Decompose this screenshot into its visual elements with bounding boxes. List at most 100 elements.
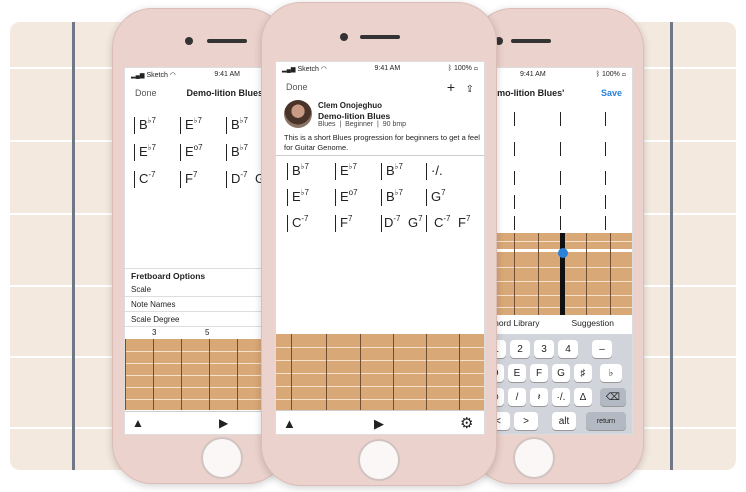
chord-symbol[interactable]: Eo7 — [185, 143, 203, 159]
chord-symbol[interactable]: C-7 — [434, 214, 451, 230]
chord-symbol[interactable]: F7 — [458, 214, 470, 230]
status-time: 9:41 AM — [214, 71, 240, 78]
chord-row: E♭7 Eo7 B♭7 — [125, 143, 276, 165]
chord-row: B♭7 E♭7 B♭7 — [125, 116, 276, 138]
chord-symbol[interactable]: E♭7 — [139, 143, 156, 159]
song-meta: Blues | Beginner | 90 bmp — [318, 121, 407, 128]
chord-row: B♭7 E♭7 B♭7 ·/. — [276, 162, 484, 184]
metronome-icon[interactable]: ▲ — [283, 416, 296, 431]
option-note-names[interactable]: Note Names — [125, 297, 276, 312]
play-icon[interactable]: ▶ — [219, 416, 228, 430]
bar-line — [287, 189, 288, 206]
home-button[interactable] — [358, 439, 400, 481]
home-button[interactable] — [201, 437, 243, 479]
bar-line — [335, 189, 336, 206]
chord-symbol[interactable]: D-7 — [384, 214, 401, 230]
chord-symbol[interactable]: B♭7 — [386, 188, 403, 204]
avatar[interactable] — [284, 100, 312, 128]
done-button[interactable]: Done — [286, 82, 308, 92]
save-button[interactable]: Save — [601, 88, 622, 98]
carrier-label: Sketch — [297, 65, 319, 73]
bluetooth-icon: ᛒ — [595, 71, 600, 78]
key-sharp[interactable]: ♯ — [574, 364, 592, 382]
fret-number-3: 3 — [152, 328, 157, 337]
song-title: Demo-lition Blues — [318, 111, 391, 121]
bar-line — [226, 117, 227, 134]
chord-symbol[interactable]: F7 — [185, 170, 197, 186]
key-delta[interactable]: Δ — [574, 388, 592, 406]
key-right[interactable]: > — [514, 412, 538, 430]
chord-symbol[interactable]: B♭7 — [231, 143, 248, 159]
signal-icon: ▂▄▆ — [282, 66, 296, 73]
carrier-label: Sketch — [146, 71, 168, 79]
return-key[interactable]: return — [586, 412, 626, 430]
fretboard[interactable] — [276, 334, 484, 410]
bar-line — [180, 117, 181, 134]
chord-symbol[interactable]: B♭7 — [386, 162, 403, 178]
key-4[interactable]: 4 — [558, 340, 578, 358]
key-minus[interactable]: – — [592, 340, 612, 358]
backspace-key[interactable]: ⌫ — [600, 388, 626, 406]
battery-label: 100% — [453, 65, 472, 72]
tab-bar: Chord Library Suggestion — [482, 318, 632, 334]
chord-row: C-7 F7 D-7 G7 C-7 F7 — [276, 214, 484, 236]
key-2[interactable]: 2 — [510, 340, 530, 358]
key-e[interactable]: E — [508, 364, 526, 382]
chord-symbol[interactable]: G7 — [431, 188, 446, 204]
options-title: Fretboard Options — [125, 268, 276, 283]
status-time: 9:41 AM — [520, 71, 546, 78]
key-repeat[interactable]: ·/. — [552, 388, 570, 406]
center-phone: ▂▄▆ Sketch ◠ 9:41 AM ᛒ 100% ▭ Done + ⇪ C… — [261, 2, 497, 486]
share-icon[interactable]: ⇪ — [466, 84, 474, 95]
play-icon[interactable]: ▶ — [374, 416, 384, 432]
chord-symbol[interactable]: C-7 — [292, 214, 309, 230]
chord-symbol[interactable]: G7 — [408, 214, 423, 230]
bar-line — [134, 117, 135, 134]
note-marker[interactable] — [558, 248, 568, 258]
option-scale[interactable]: Scale — [125, 282, 276, 297]
chord-symbol[interactable]: C-7 — [139, 170, 156, 186]
metronome-icon[interactable]: ▲ — [132, 416, 144, 430]
key-rest[interactable]: 𝄽 — [530, 388, 548, 406]
chord-symbol[interactable]: F7 — [340, 214, 352, 230]
key-g[interactable]: G — [552, 364, 570, 382]
right-phone: 9:41 AM ᛒ 100% ▭ : 'Demo-lition Blues' S… — [472, 8, 644, 484]
chord-symbol[interactable]: B♭7 — [292, 162, 309, 178]
bottom-toolbar: ▲ ▶ — [125, 411, 276, 434]
fretboard[interactable] — [125, 339, 276, 410]
chord-symbol[interactable]: E♭7 — [292, 188, 309, 204]
status-bar: ▂▄▆ Sketch ◠ 9:41 AM — [125, 68, 276, 81]
chord-symbol[interactable]: Eo7 — [340, 188, 358, 204]
chord-row: E♭7 Eo7 B♭7 G7 — [276, 188, 484, 210]
chord-symbol[interactable]: E♭7 — [340, 162, 357, 178]
bar-line — [226, 171, 227, 188]
chord-symbol[interactable]: ·/. — [431, 162, 443, 178]
key-slash[interactable]: / — [508, 388, 526, 406]
chord-symbol[interactable]: D-7 — [231, 170, 248, 186]
author-name[interactable]: Clem Onojeghuo — [318, 101, 382, 110]
gear-icon[interactable]: ⚙ — [460, 414, 473, 432]
chord-symbol[interactable]: B♭7 — [231, 116, 248, 132]
fretboard[interactable] — [482, 233, 632, 315]
nav-bar: Done Demo-lition Blues — [125, 82, 276, 104]
add-icon[interactable]: + — [447, 79, 455, 95]
home-button[interactable] — [513, 437, 555, 479]
bar-line — [287, 163, 288, 180]
chord-symbol[interactable]: E♭7 — [185, 116, 202, 132]
key-alt[interactable]: alt — [552, 412, 576, 430]
bottom-toolbar: ▲ ▶ ⚙ — [276, 410, 484, 434]
bar-line — [180, 144, 181, 161]
right-screen: 9:41 AM ᛒ 100% ▭ : 'Demo-lition Blues' S… — [481, 67, 633, 435]
nav-title: Demo-lition Blues — [186, 88, 264, 98]
tab-suggestion[interactable]: Suggestion — [571, 318, 614, 334]
done-button[interactable]: Done — [135, 88, 157, 98]
key-flat[interactable]: ♭ — [600, 364, 622, 382]
key-f[interactable]: F — [530, 364, 548, 382]
chord-symbol[interactable]: B♭7 — [139, 116, 156, 132]
bar-line — [287, 215, 288, 232]
bar-line — [381, 163, 382, 180]
status-bar: 9:41 AM ᛒ 100% ▭ — [482, 68, 632, 81]
bar-line — [381, 215, 382, 232]
key-3[interactable]: 3 — [534, 340, 554, 358]
option-scale-degree[interactable]: Scale Degree — [125, 312, 276, 327]
